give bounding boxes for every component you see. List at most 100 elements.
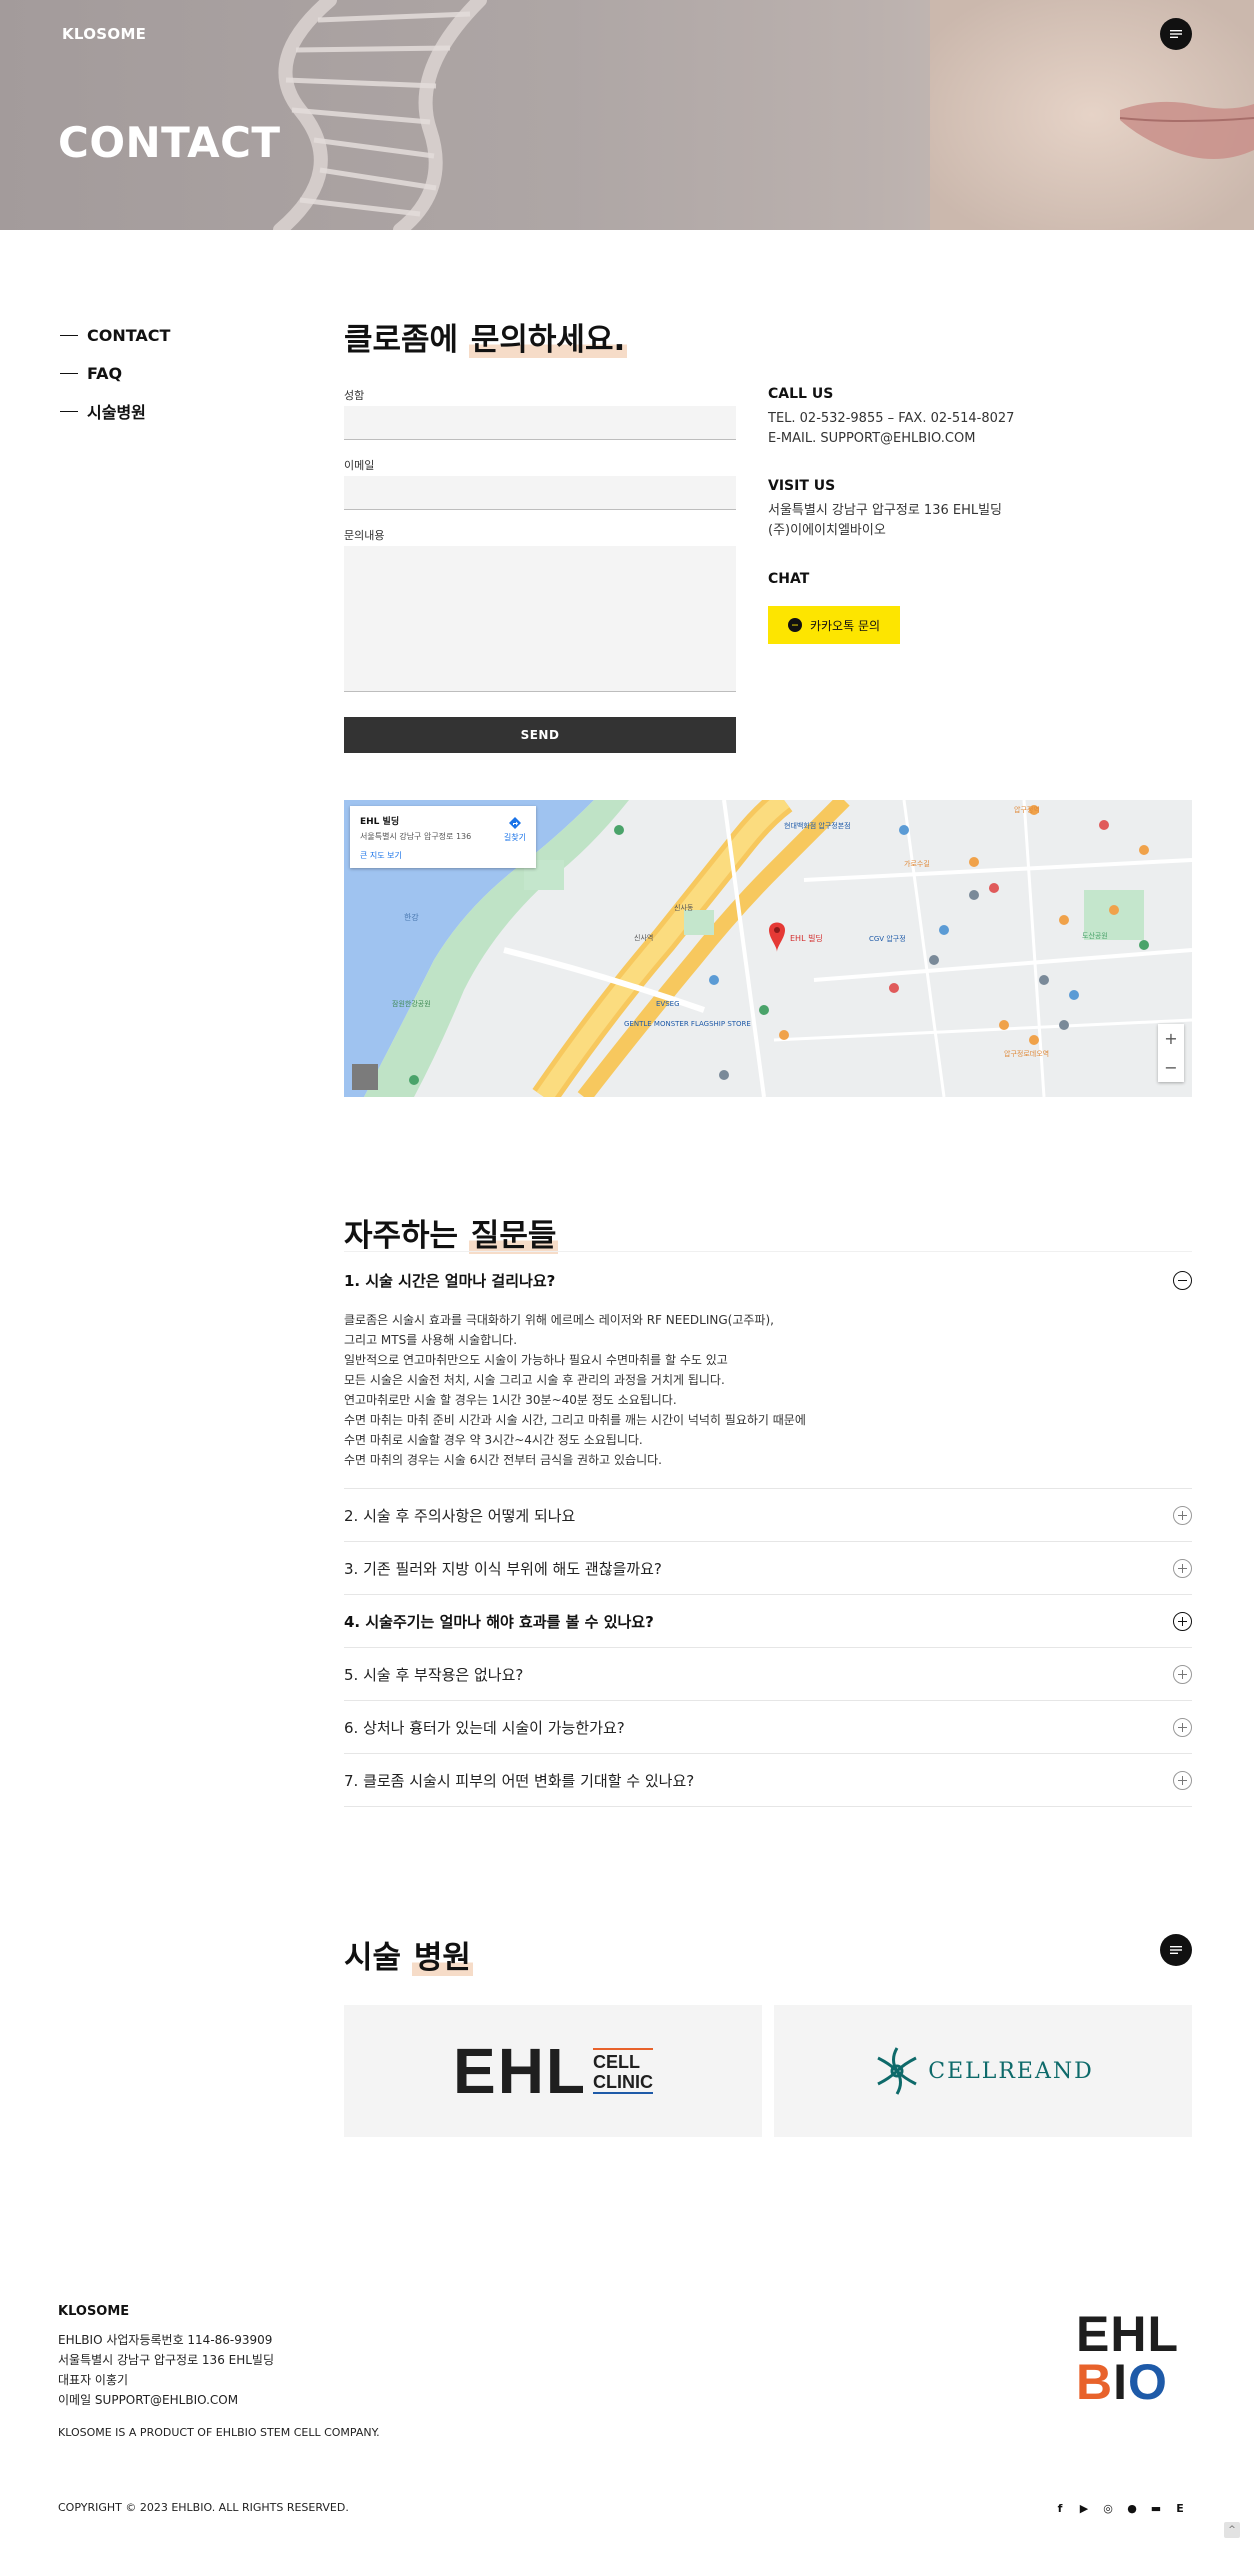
minus-circle-icon[interactable] [1173, 1271, 1192, 1290]
plus-circle-icon[interactable] [1173, 1665, 1192, 1684]
footer-company-info: EHLBIO 사업자등록번호 114-86-93909 서울특별시 강남구 압구… [58, 2330, 274, 2410]
hero-background-dna-image [273, 0, 1254, 230]
scroll-to-top-button[interactable]: ^ [1224, 2522, 1240, 2538]
ehl-logo-subtitle: CELL CLINIC [593, 2048, 653, 2094]
blog-icon[interactable]: ▬ [1148, 2500, 1164, 2516]
map-place-card: EHL 빌딩 서울특별시 강남구 압구정로 136 큰 지도 보기 길찾기 [350, 806, 536, 868]
zoom-in-button[interactable]: + [1158, 1024, 1184, 1053]
side-nav-label: 시술병원 [87, 403, 146, 422]
menu-button[interactable] [1160, 18, 1192, 50]
floating-menu-button[interactable] [1160, 1934, 1192, 1966]
ehlbio-logo[interactable]: EHL BIO [1076, 2309, 1179, 2407]
side-navigation: CONTACT FAQ 시술병원 [60, 316, 170, 430]
message-label: 문의내용 [344, 529, 385, 542]
send-button[interactable]: SEND [344, 717, 736, 753]
side-nav-item-contact[interactable]: CONTACT [60, 316, 170, 354]
map-larger-link[interactable]: 큰 지도 보기 [360, 850, 526, 861]
hospital-card-cellreand[interactable]: CELLREAND [774, 2005, 1192, 2137]
map-directions-link[interactable]: 길찾기 [504, 816, 526, 843]
page-title: CONTACT [58, 118, 281, 167]
ehlbio-logo-o: O [1128, 2354, 1168, 2410]
hospitals-title-highlight: 병원 [411, 1940, 473, 1976]
name-input[interactable] [344, 406, 736, 440]
faq-list: 1. 시술 시간은 얼마나 걸리나요? 클로좀은 시술시 효과를 극대화하기 위… [344, 1254, 1192, 1807]
cellreand-logo: CELLREAND [872, 2044, 1094, 2098]
plus-circle-icon[interactable] [1173, 1559, 1192, 1578]
email-label: 이메일 [344, 459, 375, 472]
footer-business-number: EHLBIO 사업자등록번호 114-86-93909 [58, 2333, 273, 2347]
youtube-icon[interactable]: ▶ [1076, 2500, 1092, 2516]
contact-form: 성함 이메일 문의내용 [344, 386, 736, 692]
hamburger-icon [1170, 1946, 1182, 1954]
faq-question-4[interactable]: 4. 시술주기는 얼마나 해야 효과를 볼 수 있나요? [344, 1595, 1192, 1648]
call-us-phone: TEL. 02-532-9855 – FAX. 02-514-8027 [768, 411, 1015, 426]
instagram-icon[interactable]: ◎ [1100, 2500, 1116, 2516]
kakaotalk-icon[interactable]: ● [1124, 2500, 1140, 2516]
chat-block: CHAT [768, 571, 1068, 594]
faq-question-3[interactable]: 3. 기존 필러와 지방 이식 부위에 해도 괜찮을까요? [344, 1542, 1192, 1595]
contact-title-highlight: 문의하세요. [468, 322, 628, 358]
facebook-icon[interactable]: f [1052, 2500, 1068, 2516]
message-textarea[interactable] [344, 546, 736, 692]
chevron-up-icon: ^ [1228, 2525, 1236, 2535]
social-links: f ▶ ◎ ● ▬ E [1052, 2500, 1188, 2516]
kakao-chat-button[interactable]: 카카오톡 문의 [768, 606, 900, 644]
hero-banner: KLOSOME CONTACT [0, 0, 1254, 230]
faq-question-2[interactable]: 2. 시술 후 주의사항은 어떻게 되나요 [344, 1489, 1192, 1542]
faq-question-7[interactable]: 7. 클로좀 시술시 피부의 어떤 변화를 기대할 수 있나요? [344, 1754, 1192, 1807]
ehl-e-icon[interactable]: E [1172, 2500, 1188, 2516]
hamburger-icon [1170, 30, 1182, 38]
faq-section-title: 자주하는 질문들 [344, 1210, 559, 1255]
faq-question-text: 2. 시술 후 주의사항은 어떻게 되나요 [344, 1506, 576, 1525]
street-view-thumbnail [352, 1064, 378, 1090]
call-us-block: CALL US TEL. 02-532-9855 – FAX. 02-514-8… [768, 386, 1068, 449]
contact-title-plain: 클로좀에 [344, 322, 469, 358]
visit-us-company: (주)이에이치엘바이오 [768, 523, 886, 538]
side-nav-label: CONTACT [87, 325, 171, 345]
faq-answer-line: 그리고 MTS를 사용해 시술합니다. [344, 1333, 518, 1347]
footer-product-line: KLOSOME IS A PRODUCT OF EHLBIO STEM CELL… [58, 2426, 380, 2439]
map-place-address: 서울특별시 강남구 압구정로 136 [360, 832, 472, 841]
footer-brand: KLOSOME [58, 2304, 130, 2319]
call-us-heading: CALL US [768, 386, 834, 402]
map-label: 가로수길 [904, 859, 930, 868]
side-nav-item-hospitals[interactable]: 시술병원 [60, 392, 170, 430]
plus-circle-icon[interactable] [1173, 1612, 1192, 1631]
contact-section-title: 클로좀에 문의하세요. [344, 314, 628, 359]
cellreand-emblem-icon [877, 2047, 917, 2095]
hospital-card-ehl-cell-clinic[interactable]: EHL CELL CLINIC [344, 2005, 762, 2137]
map-label: 신사동 [674, 903, 694, 912]
zoom-out-button[interactable]: − [1158, 1053, 1184, 1082]
faq-answer-line: 수면 마취는 마취 준비 시간과 시술 시간, 그리고 마취를 깨는 시간이 넉… [344, 1413, 806, 1427]
plus-circle-icon[interactable] [1173, 1771, 1192, 1790]
faq-answer-line: 수면 마취의 경우는 시술 6시간 전부터 금식을 권하고 있습니다. [344, 1453, 662, 1467]
map-pin-label: EHL 빌딩 [790, 933, 823, 943]
ehl-logo-cell: CELL [593, 2052, 640, 2072]
map-label: EVSEG [656, 1000, 680, 1008]
plus-circle-icon[interactable] [1173, 1718, 1192, 1737]
plus-circle-icon[interactable] [1173, 1506, 1192, 1525]
faq-question-text: 1. 시술 시간은 얼마나 걸리나요? [344, 1271, 556, 1290]
faq-answer-line: 연고마취로만 시술 할 경우는 1시간 30분~40분 정도 소요됩니다. [344, 1393, 677, 1407]
footer-copyright: COPYRIGHT © 2023 EHLBIO. ALL RIGHTS RESE… [58, 2501, 349, 2514]
location-map[interactable]: EHL 빌딩 현대백화점 압구정본점 압구정역 신사역 신사동 CGV 압구정 … [344, 800, 1192, 1097]
klosome-logo[interactable]: KLOSOME [62, 25, 146, 43]
cellreand-wordmark: CELLREAND [928, 2058, 1094, 2084]
faq-question-1[interactable]: 1. 시술 시간은 얼마나 걸리나요? [344, 1254, 1192, 1306]
dash-icon [60, 334, 78, 336]
ehlbio-logo-i: I [1113, 2354, 1129, 2410]
name-label: 성함 [344, 389, 365, 402]
map-label: 도산공원 [1082, 931, 1108, 940]
faq-question-5[interactable]: 5. 시술 후 부작용은 없나요? [344, 1648, 1192, 1701]
side-nav-item-faq[interactable]: FAQ [60, 354, 170, 392]
faq-question-text: 7. 클로좀 시술시 피부의 어떤 변화를 기대할 수 있나요? [344, 1771, 695, 1790]
hospitals-title-plain: 시술 [344, 1940, 412, 1976]
map-label: 잠원한강공원 [392, 999, 431, 1008]
faq-divider [344, 1251, 1192, 1252]
faq-answer-line: 수면 마취로 시술할 경우 약 3시간~4시간 정도 소요됩니다. [344, 1433, 643, 1447]
email-input[interactable] [344, 476, 736, 510]
faq-question-6[interactable]: 6. 상처나 흉터가 있는데 시술이 가능한가요? [344, 1701, 1192, 1754]
map-directions-label: 길찾기 [503, 833, 526, 842]
map-label: 신사역 [634, 933, 653, 942]
footer-address: 서울특별시 강남구 압구정로 136 EHL빌딩 [58, 2353, 275, 2367]
